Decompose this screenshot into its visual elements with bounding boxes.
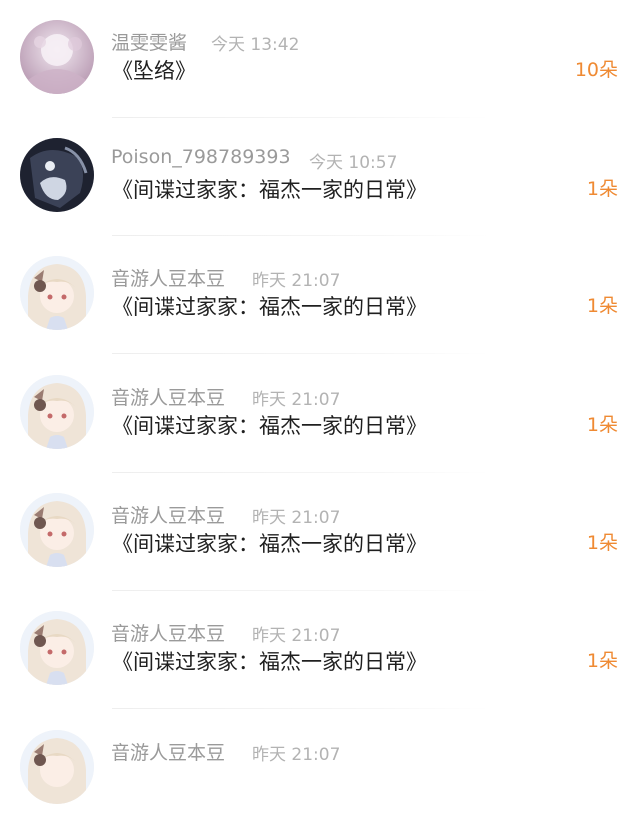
user-name[interactable]: 音游人豆本豆: [111, 619, 225, 646]
user-name[interactable]: 音游人豆本豆: [111, 501, 225, 528]
anime-girl-avatar-icon: [20, 493, 94, 567]
timestamp: 今天 10:57: [309, 153, 398, 173]
flower-count: 1朵: [586, 532, 618, 554]
list-item[interactable]: 音游人豆本豆 昨天 21:07 《间谍过家家：福杰一家的日常》 1朵: [0, 591, 640, 709]
user-name[interactable]: 温雯雯酱: [111, 28, 187, 55]
avatar[interactable]: [20, 493, 94, 567]
timestamp: 昨天 21:07: [252, 390, 341, 410]
notification-list: 温雯雯酱 今天 13:42 《坠络》 10朵 Poison_798789393 …: [0, 0, 640, 804]
flower-count: 1朵: [586, 650, 618, 672]
anime-girl-avatar-icon: [20, 611, 94, 685]
timestamp: 昨天 21:07: [252, 508, 341, 528]
timestamp: 今天 13:42: [211, 35, 300, 55]
work-title[interactable]: 《间谍过家家：福杰一家的日常》: [112, 528, 427, 558]
anime-girl-avatar-icon: [20, 730, 94, 804]
user-name[interactable]: 音游人豆本豆: [111, 738, 225, 765]
flower-count: 1朵: [586, 295, 618, 317]
anime-girl-avatar-icon: [20, 375, 94, 449]
avatar[interactable]: [20, 611, 94, 685]
dark-anime-avatar-icon: [20, 138, 94, 212]
divider: [112, 353, 490, 354]
work-title[interactable]: 《坠络》: [112, 55, 196, 85]
avatar[interactable]: [20, 730, 94, 804]
list-item[interactable]: 温雯雯酱 今天 13:42 《坠络》 10朵: [0, 0, 640, 118]
list-item[interactable]: 音游人豆本豆 昨天 21:07: [0, 710, 640, 828]
timestamp: 昨天 21:07: [252, 745, 341, 765]
flower-count: 10朵: [574, 59, 618, 81]
timestamp: 昨天 21:07: [252, 626, 341, 646]
user-name[interactable]: 音游人豆本豆: [111, 264, 225, 291]
list-item[interactable]: Poison_798789393 今天 10:57 《间谍过家家：福杰一家的日常…: [0, 118, 640, 236]
avatar[interactable]: [20, 138, 94, 212]
divider: [112, 708, 490, 709]
flower-count: 1朵: [586, 178, 618, 200]
timestamp: 昨天 21:07: [252, 271, 341, 291]
list-item[interactable]: 音游人豆本豆 昨天 21:07 《间谍过家家：福杰一家的日常》 1朵: [0, 236, 640, 354]
work-title[interactable]: 《间谍过家家：福杰一家的日常》: [112, 410, 427, 440]
avatar[interactable]: [20, 375, 94, 449]
work-title[interactable]: 《间谍过家家：福杰一家的日常》: [112, 291, 427, 321]
list-item[interactable]: 音游人豆本豆 昨天 21:07 《间谍过家家：福杰一家的日常》 1朵: [0, 355, 640, 473]
work-title[interactable]: 《间谍过家家：福杰一家的日常》: [112, 174, 427, 204]
list-item[interactable]: 音游人豆本豆 昨天 21:07 《间谍过家家：福杰一家的日常》 1朵: [0, 473, 640, 591]
anime-girl-avatar-icon: [20, 256, 94, 330]
flower-count: 1朵: [586, 414, 618, 436]
user-name[interactable]: 音游人豆本豆: [111, 383, 225, 410]
avatar[interactable]: [20, 20, 94, 94]
work-title[interactable]: 《间谍过家家：福杰一家的日常》: [112, 646, 427, 676]
avatar[interactable]: [20, 256, 94, 330]
user-name[interactable]: Poison_798789393: [111, 146, 291, 168]
pink-lace-avatar-icon: [20, 20, 94, 94]
